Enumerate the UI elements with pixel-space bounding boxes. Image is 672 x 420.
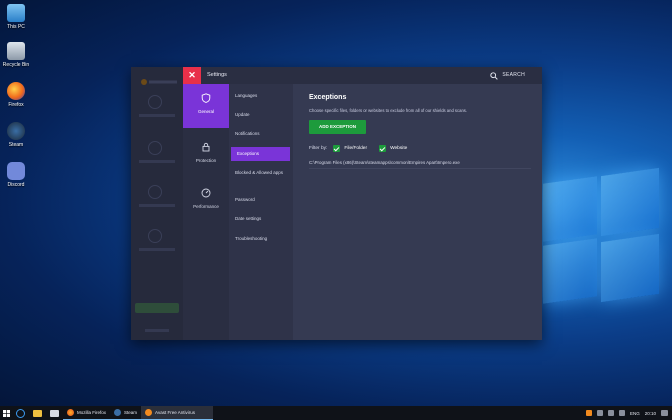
firefox-icon [67,409,74,416]
tray-volume-icon[interactable] [618,410,625,416]
website-option-label: Website [390,146,408,151]
website-checkbox[interactable] [379,145,387,152]
desktop-icon-label: Firefox [8,102,24,108]
add-exception-button[interactable]: ADD EXCEPTION [309,120,366,134]
task-label: Avast Free Antivirus [155,410,195,415]
subnav-item-blocked-allowed-apps[interactable]: Blocked & Allowed apps [229,170,289,176]
recycle-bin-icon [7,42,25,60]
subnav-item-notifications[interactable]: Notifications [229,131,293,137]
notifications-icon[interactable] [661,410,668,416]
desktop-icon-steam[interactable]: Steam [0,122,32,148]
nav-item-performance[interactable]: Performance [183,179,229,223]
file-explorer-icon[interactable] [33,409,42,417]
subnav-item-date-settings[interactable]: Date settings [229,216,293,222]
store-icon[interactable] [50,409,59,417]
exceptions-description: Choose specific files, folders or websit… [309,108,468,113]
taskbar-task-avast[interactable]: Avast Free Antivirus [141,406,214,420]
tray-language[interactable]: ENG [630,411,640,416]
nav-item-label: Protection [195,158,217,163]
taskbar: Mozilla Firefox Steam Avast Free Antivir… [0,406,672,420]
avast-main-sidebar-background [131,67,183,340]
subnav-item-update[interactable]: Update [229,112,293,118]
close-button[interactable]: ✕ [183,67,201,84]
settings-titlebar: ✕ Settings SEARCH [183,67,542,84]
computer-icon [7,4,25,22]
nav-item-label: General [197,109,214,114]
nav-item-general[interactable]: General [183,84,229,128]
steam-icon [114,409,122,416]
exceptions-panel: Exceptions Choose specific files, folder… [293,84,542,340]
window-title: Settings [207,72,227,78]
subnav-item-troubleshooting[interactable]: Troubleshooting [229,236,293,242]
tray-avast-icon[interactable] [585,410,592,416]
desktop-icon-label: Steam [8,142,24,148]
desktop-icon-label: Recycle Bin [2,62,30,68]
tray-clock[interactable]: 20:10 [645,411,656,416]
discord-icon [7,162,25,180]
task-label: Mozilla Firefox [77,410,107,415]
steam-icon [7,122,25,140]
desktop-icon-label: This PC [7,24,25,30]
nav-item-label: Performance [193,204,219,209]
file-folder-checkbox[interactable] [333,145,341,152]
desktop-icon-firefox[interactable]: Firefox [0,82,32,108]
file-folder-option-label: File/Folder [344,146,368,151]
subnav-item-password[interactable]: Password [229,197,293,203]
lock-icon [201,142,211,152]
start-button[interactable] [0,406,12,420]
page-title: Exceptions [309,94,347,101]
subnav-item-languages[interactable]: Languages [229,93,293,99]
general-settings-subnav: Languages Update Notifications Exception… [229,84,293,340]
shield-icon [201,93,211,103]
desktop-icon-discord[interactable]: Discord [0,162,32,188]
close-icon: ✕ [188,70,196,80]
subnav-item-exceptions[interactable]: Exceptions [231,147,290,161]
desktop-icon-recycle-bin[interactable]: Recycle Bin [0,42,32,68]
search-icon [490,71,499,80]
speedometer-icon [201,188,211,198]
avast-icon [145,409,153,416]
tray-network-icon[interactable] [607,410,614,416]
firefox-icon [7,82,25,100]
desktop-icon-this-pc[interactable]: This PC [0,4,32,30]
taskbar-task-steam[interactable]: Steam [110,406,142,420]
tray-steam-icon[interactable] [596,410,603,416]
task-label: Steam [124,410,138,415]
filter-row: Filter by: File/Folder Website [309,145,413,152]
search-label: SEARCH [502,72,525,78]
avast-logo [141,72,181,85]
settings-category-nav: General Protection Performance [183,84,229,340]
nav-item-protection[interactable]: Protection [183,133,229,177]
exception-list-item[interactable]: C:\Program Files (x86)\Steam\steamapps\c… [309,159,531,169]
filter-label: Filter by: [309,146,328,151]
system-tray: ENG 20:10 [585,406,668,420]
desktop-icon-label: Discord [7,182,25,188]
taskbar-task-firefox[interactable]: Mozilla Firefox [63,406,111,420]
windows-start-icon [2,409,10,417]
edge-icon[interactable] [16,408,25,418]
avast-settings-window: ✕ Settings SEARCH General Protection Per… [131,67,542,340]
search-button[interactable]: SEARCH [490,67,525,84]
